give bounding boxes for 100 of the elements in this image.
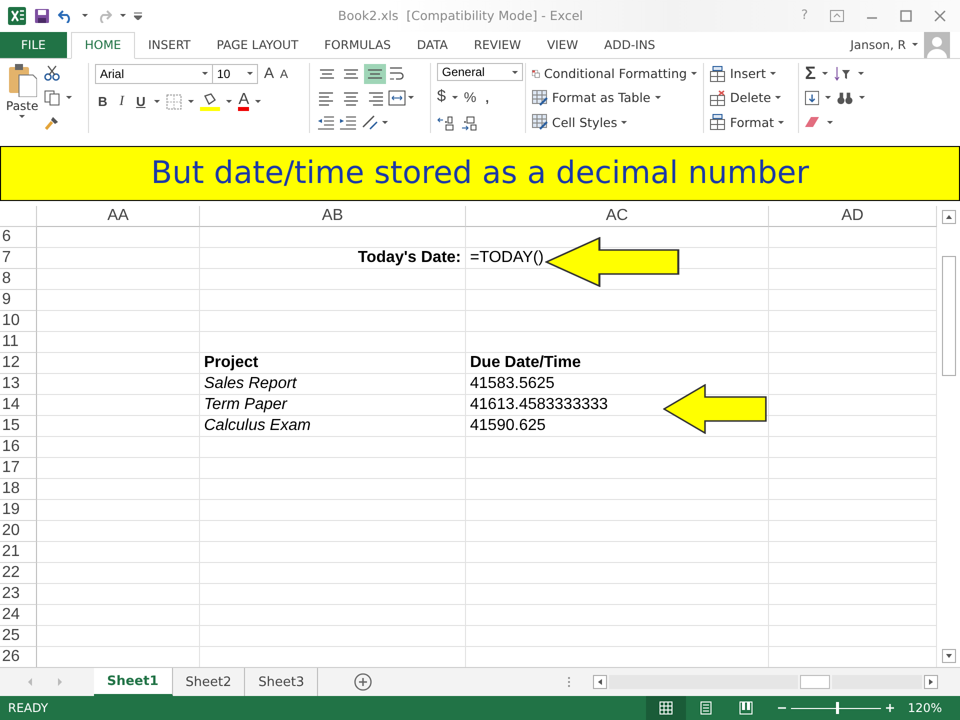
caret-icon[interactable] bbox=[775, 96, 782, 100]
page-layout-view-icon[interactable] bbox=[698, 701, 713, 716]
column-header[interactable]: AD bbox=[769, 206, 937, 226]
ribbon-button[interactable]: Format bbox=[710, 112, 792, 133]
row-header[interactable]: 20 bbox=[0, 520, 37, 542]
autosum-button[interactable]: Σ bbox=[805, 63, 816, 84]
splitter-icon[interactable] bbox=[567, 676, 571, 688]
ribbon-button[interactable]: Format as Table bbox=[532, 87, 697, 109]
caret-icon[interactable] bbox=[188, 100, 194, 104]
ribbon-tab[interactable]: INSERT bbox=[135, 32, 204, 58]
scrollbar-thumb[interactable] bbox=[800, 675, 830, 690]
row-header[interactable]: 8 bbox=[0, 268, 37, 290]
currency-button[interactable]: $ bbox=[437, 88, 446, 106]
binoculars-icon[interactable] bbox=[837, 90, 853, 106]
row-header[interactable]: 17 bbox=[0, 458, 37, 478]
page-break-view-icon[interactable] bbox=[738, 701, 753, 716]
scroll-right-icon[interactable] bbox=[924, 675, 938, 690]
font-name-field[interactable]: Arial bbox=[95, 64, 213, 84]
ribbon-tab[interactable]: VIEW bbox=[534, 32, 592, 58]
increase-indent-icon[interactable] bbox=[338, 114, 358, 130]
account-name[interactable]: Janson, R bbox=[850, 38, 906, 52]
add-sheet-icon[interactable] bbox=[354, 673, 372, 692]
row-header[interactable]: 9 bbox=[0, 290, 37, 310]
row-header[interactable]: 13 bbox=[0, 374, 37, 394]
zoom-in-icon[interactable] bbox=[886, 704, 894, 712]
caret-icon[interactable] bbox=[154, 100, 160, 104]
caret-icon[interactable] bbox=[912, 43, 918, 46]
ribbon-display-icon[interactable] bbox=[830, 10, 844, 22]
caret-icon[interactable] bbox=[621, 120, 628, 124]
row-header[interactable]: 16 bbox=[0, 436, 37, 458]
caret-icon[interactable] bbox=[82, 14, 88, 18]
sheet-tab[interactable]: Sheet1 bbox=[94, 668, 173, 696]
increase-decimal-icon[interactable] bbox=[437, 114, 455, 131]
underline-button[interactable]: U bbox=[133, 94, 148, 110]
column-header[interactable]: AB bbox=[200, 206, 466, 226]
row-header[interactable]: 22 bbox=[0, 562, 37, 584]
ribbon-button[interactable]: Insert bbox=[710, 62, 792, 84]
scroll-left-icon[interactable] bbox=[593, 675, 607, 690]
caret-icon[interactable] bbox=[512, 70, 518, 74]
row-header[interactable]: 7 bbox=[0, 248, 37, 268]
scissors-icon[interactable] bbox=[44, 64, 60, 81]
maximize-icon[interactable] bbox=[900, 10, 912, 22]
ribbon-button[interactable]: Cell Styles bbox=[532, 112, 697, 133]
close-icon[interactable] bbox=[934, 10, 946, 22]
save-icon[interactable] bbox=[34, 8, 50, 24]
row-header[interactable]: 23 bbox=[0, 584, 37, 604]
paste-button[interactable]: Paste bbox=[6, 62, 38, 133]
caret-icon[interactable] bbox=[226, 100, 232, 104]
caret-icon[interactable] bbox=[247, 72, 253, 76]
orientation-icon[interactable] bbox=[360, 113, 380, 132]
italic-button[interactable]: I bbox=[116, 94, 128, 110]
ribbon-tab[interactable]: ADD-INS bbox=[591, 32, 668, 58]
row-header[interactable]: 6 bbox=[0, 226, 37, 248]
normal-view-icon[interactable] bbox=[658, 701, 673, 716]
row-header[interactable]: 11 bbox=[0, 332, 37, 352]
ribbon-tab[interactable]: PAGE LAYOUT bbox=[204, 32, 312, 58]
row-header[interactable]: 21 bbox=[0, 542, 37, 562]
row-header[interactable]: 10 bbox=[0, 310, 37, 332]
caret-icon[interactable] bbox=[120, 14, 126, 18]
ribbon-tab[interactable]: HOME bbox=[70, 32, 136, 59]
merge-center-icon[interactable] bbox=[388, 88, 406, 107]
percent-button[interactable]: % bbox=[464, 89, 476, 106]
copy-icon[interactable] bbox=[44, 90, 60, 106]
row-header[interactable]: 25 bbox=[0, 626, 37, 646]
ribbon-button[interactable]: Delete bbox=[710, 87, 792, 109]
row-header[interactable]: 19 bbox=[0, 500, 37, 520]
ribbon-tab[interactable]: REVIEW bbox=[460, 32, 534, 58]
decrease-decimal-icon[interactable] bbox=[461, 114, 479, 131]
shrink-font-button[interactable]: A bbox=[280, 66, 288, 81]
grow-font-button[interactable]: A bbox=[264, 65, 274, 82]
fill-color-icon[interactable] bbox=[200, 92, 220, 111]
caret-icon[interactable] bbox=[858, 72, 864, 76]
caret-icon[interactable] bbox=[825, 96, 832, 100]
customize-icon[interactable] bbox=[134, 12, 142, 20]
caret-icon[interactable] bbox=[822, 72, 828, 76]
fill-down-icon[interactable] bbox=[805, 90, 820, 106]
caret-icon[interactable] bbox=[452, 96, 458, 99]
borders-icon[interactable] bbox=[166, 94, 182, 110]
scroll-up-icon[interactable] bbox=[942, 210, 956, 224]
scrollbar-thumb[interactable] bbox=[942, 256, 956, 376]
eraser-icon[interactable] bbox=[805, 115, 821, 130]
caret-icon[interactable] bbox=[770, 72, 776, 76]
file-tab[interactable]: FILE bbox=[0, 32, 67, 58]
caret-icon[interactable] bbox=[202, 72, 208, 76]
bottom-align-icon[interactable] bbox=[364, 64, 386, 84]
row-header[interactable]: 24 bbox=[0, 604, 37, 626]
font-size-field[interactable]: 10 bbox=[212, 64, 258, 84]
caret-icon[interactable] bbox=[382, 120, 388, 124]
ribbon-tab[interactable]: FORMULAS bbox=[311, 32, 404, 58]
column-header[interactable]: AA bbox=[37, 206, 200, 226]
font-color-button[interactable]: A bbox=[238, 92, 250, 111]
caret-icon[interactable] bbox=[691, 72, 697, 76]
scroll-down-icon[interactable] bbox=[942, 649, 956, 664]
row-header[interactable]: 18 bbox=[0, 478, 37, 500]
comma-button[interactable]: , bbox=[482, 90, 492, 105]
caret-icon[interactable] bbox=[255, 100, 262, 104]
caret-icon[interactable] bbox=[778, 120, 784, 124]
ribbon-tab[interactable]: DATA bbox=[404, 32, 461, 58]
bold-button[interactable]: B bbox=[95, 94, 110, 110]
format-painter-icon[interactable] bbox=[44, 114, 60, 131]
